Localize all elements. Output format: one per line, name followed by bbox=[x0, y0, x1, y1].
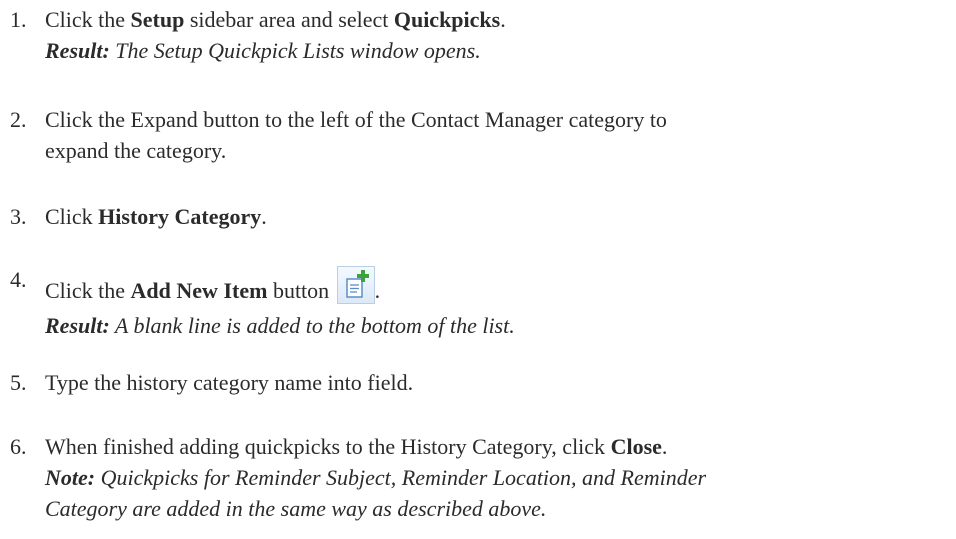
note-label: Note: bbox=[45, 465, 96, 490]
step-number: 2. bbox=[10, 107, 27, 132]
step-6: 6. When finished adding quickpicks to th… bbox=[0, 431, 940, 524]
step-4: 4. Click the Add New Item button . Resul… bbox=[0, 266, 940, 341]
step-number: 4. bbox=[10, 267, 27, 292]
step-text-continued: expand the category. bbox=[45, 138, 227, 163]
step-number: 5. bbox=[10, 370, 27, 395]
step-note-continued: Category are added in the same way as de… bbox=[45, 496, 547, 521]
step-body: Click the Add New Item button . Result: … bbox=[45, 266, 940, 341]
setup-term: Setup bbox=[130, 7, 185, 32]
quickpicks-term: Quickpicks bbox=[393, 7, 501, 32]
step-note: Note: Quickpicks for Reminder Subject, R… bbox=[45, 465, 707, 490]
step-body: Click History Category. bbox=[45, 201, 940, 232]
step-number: 6. bbox=[10, 434, 27, 459]
step-3: 3. Click History Category. bbox=[0, 201, 940, 232]
add-new-item-term: Add New Item bbox=[130, 278, 268, 303]
add-new-item-icon bbox=[336, 266, 375, 304]
step-text: Click the Add New Item button . bbox=[45, 266, 940, 310]
step-1: 1. Click the Setup sidebar area and sele… bbox=[0, 4, 940, 66]
result-label: Result: bbox=[45, 38, 110, 63]
step-text: Click the Expand button to the left of t… bbox=[45, 107, 667, 132]
step-text: Type the history category name into fiel… bbox=[45, 370, 414, 395]
step-2: 2. Click the Expand button to the left o… bbox=[0, 104, 940, 166]
step-body: Click the Setup sidebar area and select … bbox=[45, 4, 940, 66]
step-body: Click the Expand button to the left of t… bbox=[45, 104, 940, 166]
step-result: Result: A blank line is added to the bot… bbox=[45, 313, 515, 338]
result-label: Result: bbox=[45, 313, 110, 338]
step-number: 1. bbox=[10, 7, 27, 32]
step-number: 3. bbox=[10, 204, 27, 229]
step-5: 5. Type the history category name into f… bbox=[0, 367, 940, 398]
history-category-term: History Category bbox=[98, 204, 262, 229]
step-text: When finished adding quickpicks to the H… bbox=[45, 434, 668, 459]
step-text: Click the Setup sidebar area and select … bbox=[45, 7, 506, 32]
step-body: When finished adding quickpicks to the H… bbox=[45, 431, 940, 524]
step-body: Type the history category name into fiel… bbox=[45, 367, 940, 398]
step-result: Result: The Setup Quickpick Lists window… bbox=[45, 38, 481, 63]
close-term: Close bbox=[610, 434, 662, 459]
step-text: Click History Category. bbox=[45, 204, 267, 229]
